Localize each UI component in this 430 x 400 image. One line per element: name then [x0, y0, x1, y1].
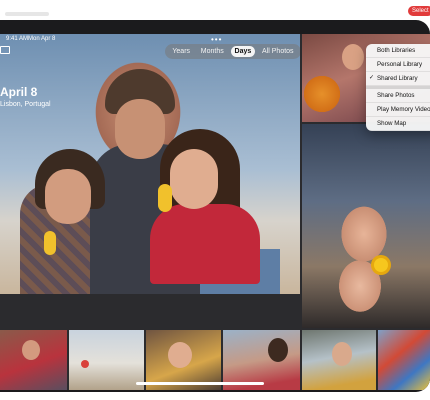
sidebar-toggle-icon[interactable]: [0, 46, 10, 54]
menu-item-shared-library[interactable]: Shared Library: [366, 72, 430, 86]
tab-months[interactable]: Months: [197, 46, 228, 57]
more-dots-icon[interactable]: •••: [211, 35, 222, 44]
ice-cream-icon: [44, 231, 56, 255]
status-time: 9:41 AM: [6, 36, 29, 42]
date-location: Lisbon, Portugal: [0, 101, 51, 108]
tab-all-photos[interactable]: All Photos: [258, 46, 298, 57]
select-button[interactable]: Select: [408, 6, 430, 16]
top-edge-highlight: [5, 12, 49, 16]
view-switcher: Years Months Days All Photos: [165, 44, 300, 59]
menu-item-play-memory-video[interactable]: Play Memory Video: [366, 103, 430, 117]
photo-hair: [268, 338, 288, 362]
photo-thumbnail[interactable]: [223, 330, 300, 390]
photo-tile-kids-in-car[interactable]: [302, 124, 430, 328]
date-header: April 8 Lisbon, Portugal: [0, 78, 100, 114]
photo-face: [115, 99, 165, 159]
photo-face: [342, 44, 364, 70]
menu-item-share-photos[interactable]: Share Photos: [366, 89, 430, 103]
photo-face: [168, 342, 192, 368]
flower-icon: [374, 258, 388, 272]
menu-item-personal-library[interactable]: Personal Library: [366, 58, 430, 72]
photo-thumbnail[interactable]: [0, 330, 67, 390]
library-menu: Both Libraries Personal Library Shared L…: [366, 44, 430, 131]
photo-thumbnail[interactable]: [378, 330, 430, 390]
photo-red-shirt: [150, 204, 260, 284]
photo-face: [170, 149, 218, 209]
photo-thumbnail[interactable]: [302, 330, 376, 390]
featured-photo[interactable]: 9:41 AM Mon Apr 8 April 8 Lisbon, Portug…: [0, 34, 300, 294]
status-day: Mon Apr 8: [28, 36, 56, 42]
ice-cream-icon: [158, 184, 172, 212]
kite-icon: [81, 360, 89, 368]
photo-thumbnail[interactable]: [146, 330, 221, 390]
home-indicator[interactable]: [136, 382, 264, 385]
photo-face: [45, 169, 91, 224]
menu-item-show-map[interactable]: Show Map: [366, 117, 430, 131]
photo-face: [22, 340, 40, 360]
tab-days[interactable]: Days: [230, 46, 256, 57]
date-title: April 8: [0, 85, 38, 99]
photo-face: [332, 342, 352, 366]
menu-item-both-libraries[interactable]: Both Libraries: [366, 44, 430, 58]
tab-years[interactable]: Years: [168, 46, 194, 57]
photo-thumbnail[interactable]: [69, 330, 144, 390]
